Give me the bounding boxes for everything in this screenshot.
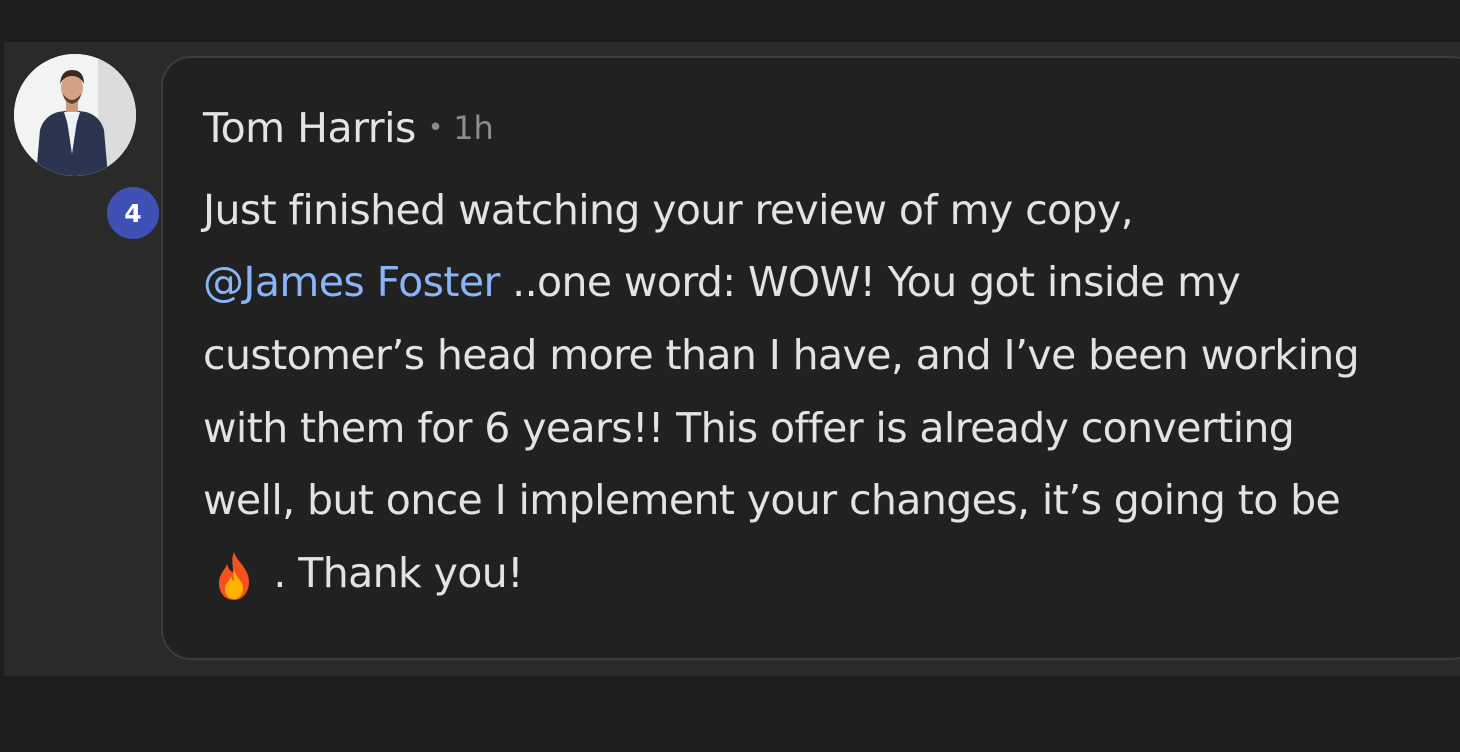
- comment-text-segment: ..one word: WOW! You got inside my: [499, 258, 1241, 306]
- comment-text-line-5: well, but once I implement your changes,…: [203, 476, 1341, 524]
- comment-text-line-3: customer’s head more than I have, and I’…: [203, 331, 1360, 379]
- separator-dot: •: [427, 113, 444, 143]
- comment-text-line-1: Just finished watching your review of my…: [203, 186, 1134, 234]
- comment-text-line-2: @James Foster ..one word: WOW! You got i…: [203, 254, 1241, 310]
- author-name[interactable]: Tom Harris: [203, 104, 416, 152]
- avatar[interactable]: [14, 54, 136, 176]
- level-badge: 4: [104, 184, 162, 242]
- comment-text-line-6: . Thank you!: [203, 545, 524, 601]
- fire-icon: [219, 552, 249, 600]
- author-avatar-container[interactable]: 4: [14, 54, 162, 242]
- timestamp[interactable]: 1h: [453, 109, 494, 147]
- comment-text-line-4: with them for 6 years!! This offer is al…: [203, 404, 1295, 452]
- mention-link[interactable]: @James Foster: [203, 258, 500, 306]
- comment-text-segment: . Thank you!: [261, 549, 523, 597]
- comment-header: Tom Harris • 1h: [203, 100, 494, 156]
